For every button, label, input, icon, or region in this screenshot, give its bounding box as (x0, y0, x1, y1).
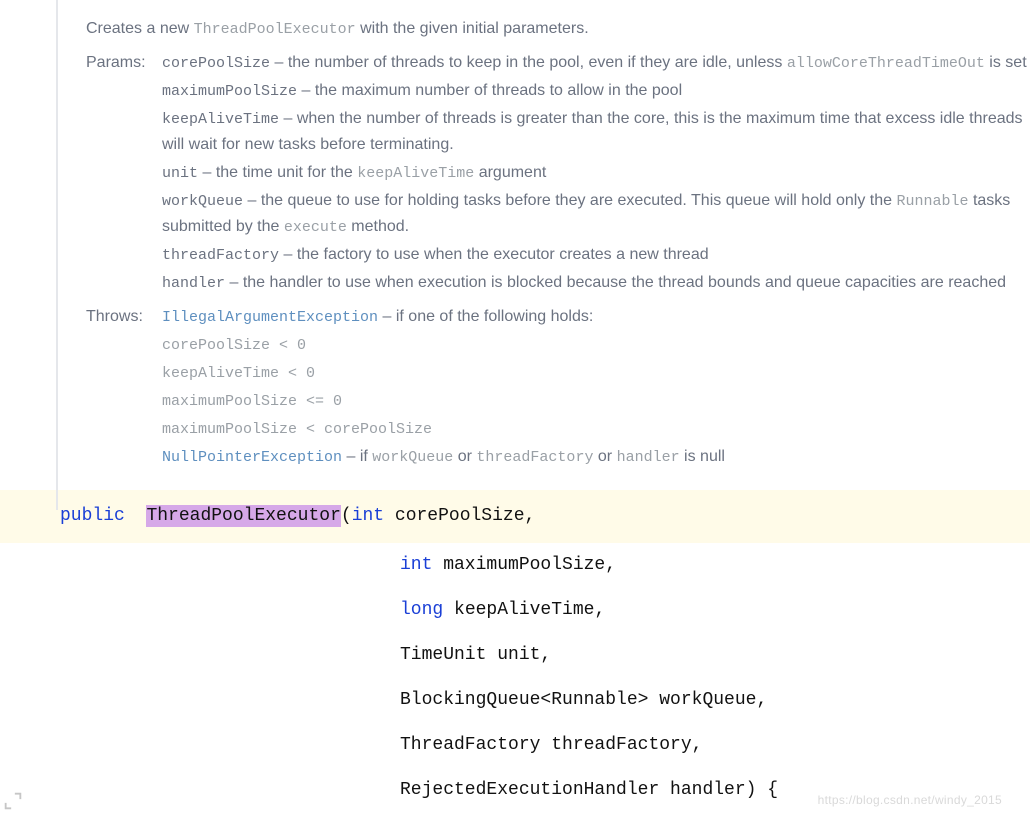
class-name-highlight[interactable]: ThreadPoolExecutor (146, 505, 340, 527)
description: Creates a new ThreadPoolExecutor with th… (86, 16, 1030, 42)
doc-gutter-line (56, 0, 58, 510)
desc-prefix: Creates a new (86, 20, 194, 37)
param-keepalivetime: keepAliveTime – when the number of threa… (162, 106, 1030, 158)
desc-suffix: with the given initial parameters. (356, 20, 589, 37)
param-handler: handler – the handler to use when execut… (162, 270, 1030, 296)
keyword-public: public (60, 506, 125, 526)
drag-handle-icon (2, 790, 24, 812)
param-unit: unit – the time unit for the keepAliveTi… (162, 160, 1030, 186)
throws-npe: NullPointerException – if workQueue or t… (162, 444, 1030, 470)
type-link-npe[interactable]: NullPointerException (162, 449, 342, 466)
params-label: Params: (86, 50, 162, 298)
code-line-6[interactable]: ThreadFactory threadFactory, (0, 723, 1030, 768)
param-workqueue: workQueue – the queue to use for holding… (162, 188, 1030, 240)
param-maximumpoolsize: maximumPoolSize – the maximum number of … (162, 78, 1030, 104)
throws-cond-3: maximumPoolSize <= 0 (162, 393, 342, 410)
param-threadfactory: threadFactory – the factory to use when … (162, 242, 1030, 268)
code-line-1[interactable]: public ThreadPoolExecutor(int corePoolSi… (0, 490, 1030, 543)
throws-cond-2: keepAliveTime < 0 (162, 365, 315, 382)
code-line-2[interactable]: int maximumPoolSize, (0, 543, 1030, 588)
type-link-iae[interactable]: IllegalArgumentException (162, 309, 378, 326)
params-section: Params: corePoolSize – the number of thr… (86, 50, 1030, 298)
desc-classname: ThreadPoolExecutor (194, 21, 356, 38)
throws-iae: IllegalArgumentException – if one of the… (162, 304, 1030, 330)
param-corepoolsize: corePoolSize – the number of threads to … (162, 50, 1030, 76)
throws-cond-1: corePoolSize < 0 (162, 337, 306, 354)
throws-section: Throws: IllegalArgumentException – if on… (86, 304, 1030, 472)
throws-label: Throws: (86, 304, 162, 472)
throws-cond-4: maximumPoolSize < corePoolSize (162, 421, 432, 438)
source-code: public ThreadPoolExecutor(int corePoolSi… (0, 490, 1030, 813)
code-line-5[interactable]: BlockingQueue<Runnable> workQueue, (0, 678, 1030, 723)
code-line-4[interactable]: TimeUnit unit, (0, 633, 1030, 678)
javadoc-panel: Creates a new ThreadPoolExecutor with th… (86, 0, 1030, 472)
code-line-3[interactable]: long keepAliveTime, (0, 588, 1030, 633)
watermark: https://blog.csdn.net/windy_2015 (818, 793, 1002, 807)
